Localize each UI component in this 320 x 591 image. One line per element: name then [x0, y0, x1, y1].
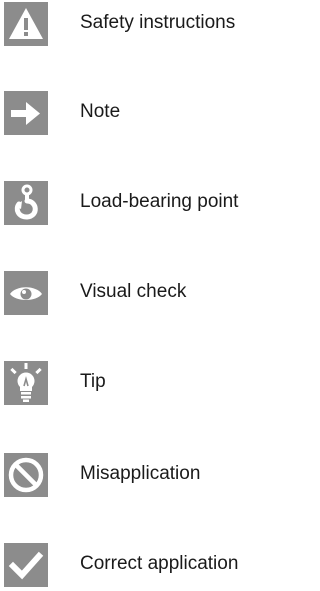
legend-item-visual-check: Visual check	[0, 271, 288, 317]
eye-icon	[4, 271, 48, 315]
legend-item-misapplication: Misapplication	[0, 453, 288, 499]
legend-item-label: Visual check	[80, 281, 187, 302]
legend-item-load-bearing-point: Load-bearing point	[0, 181, 288, 227]
symbol-legend: Safety instructions Note Load-bearing po…	[0, 0, 288, 591]
lightbulb-icon	[4, 361, 48, 405]
legend-item-label: Misapplication	[80, 463, 201, 484]
legend-item-safety-instructions: Safety instructions	[0, 2, 288, 48]
legend-item-tip: Tip	[0, 361, 288, 407]
legend-item-label: Safety instructions	[80, 12, 236, 33]
checkmark-icon	[4, 543, 48, 587]
arrow-right-icon	[4, 91, 48, 135]
legend-item-correct-application: Correct application	[0, 543, 288, 589]
legend-item-label: Correct application	[80, 553, 239, 574]
hook-icon	[4, 181, 48, 225]
prohibition-icon	[4, 453, 48, 497]
legend-item-label: Tip	[80, 371, 106, 392]
legend-item-label: Load-bearing point	[80, 191, 239, 212]
legend-item-note: Note	[0, 91, 288, 137]
warning-triangle-icon	[4, 2, 48, 46]
legend-item-label: Note	[80, 101, 121, 122]
